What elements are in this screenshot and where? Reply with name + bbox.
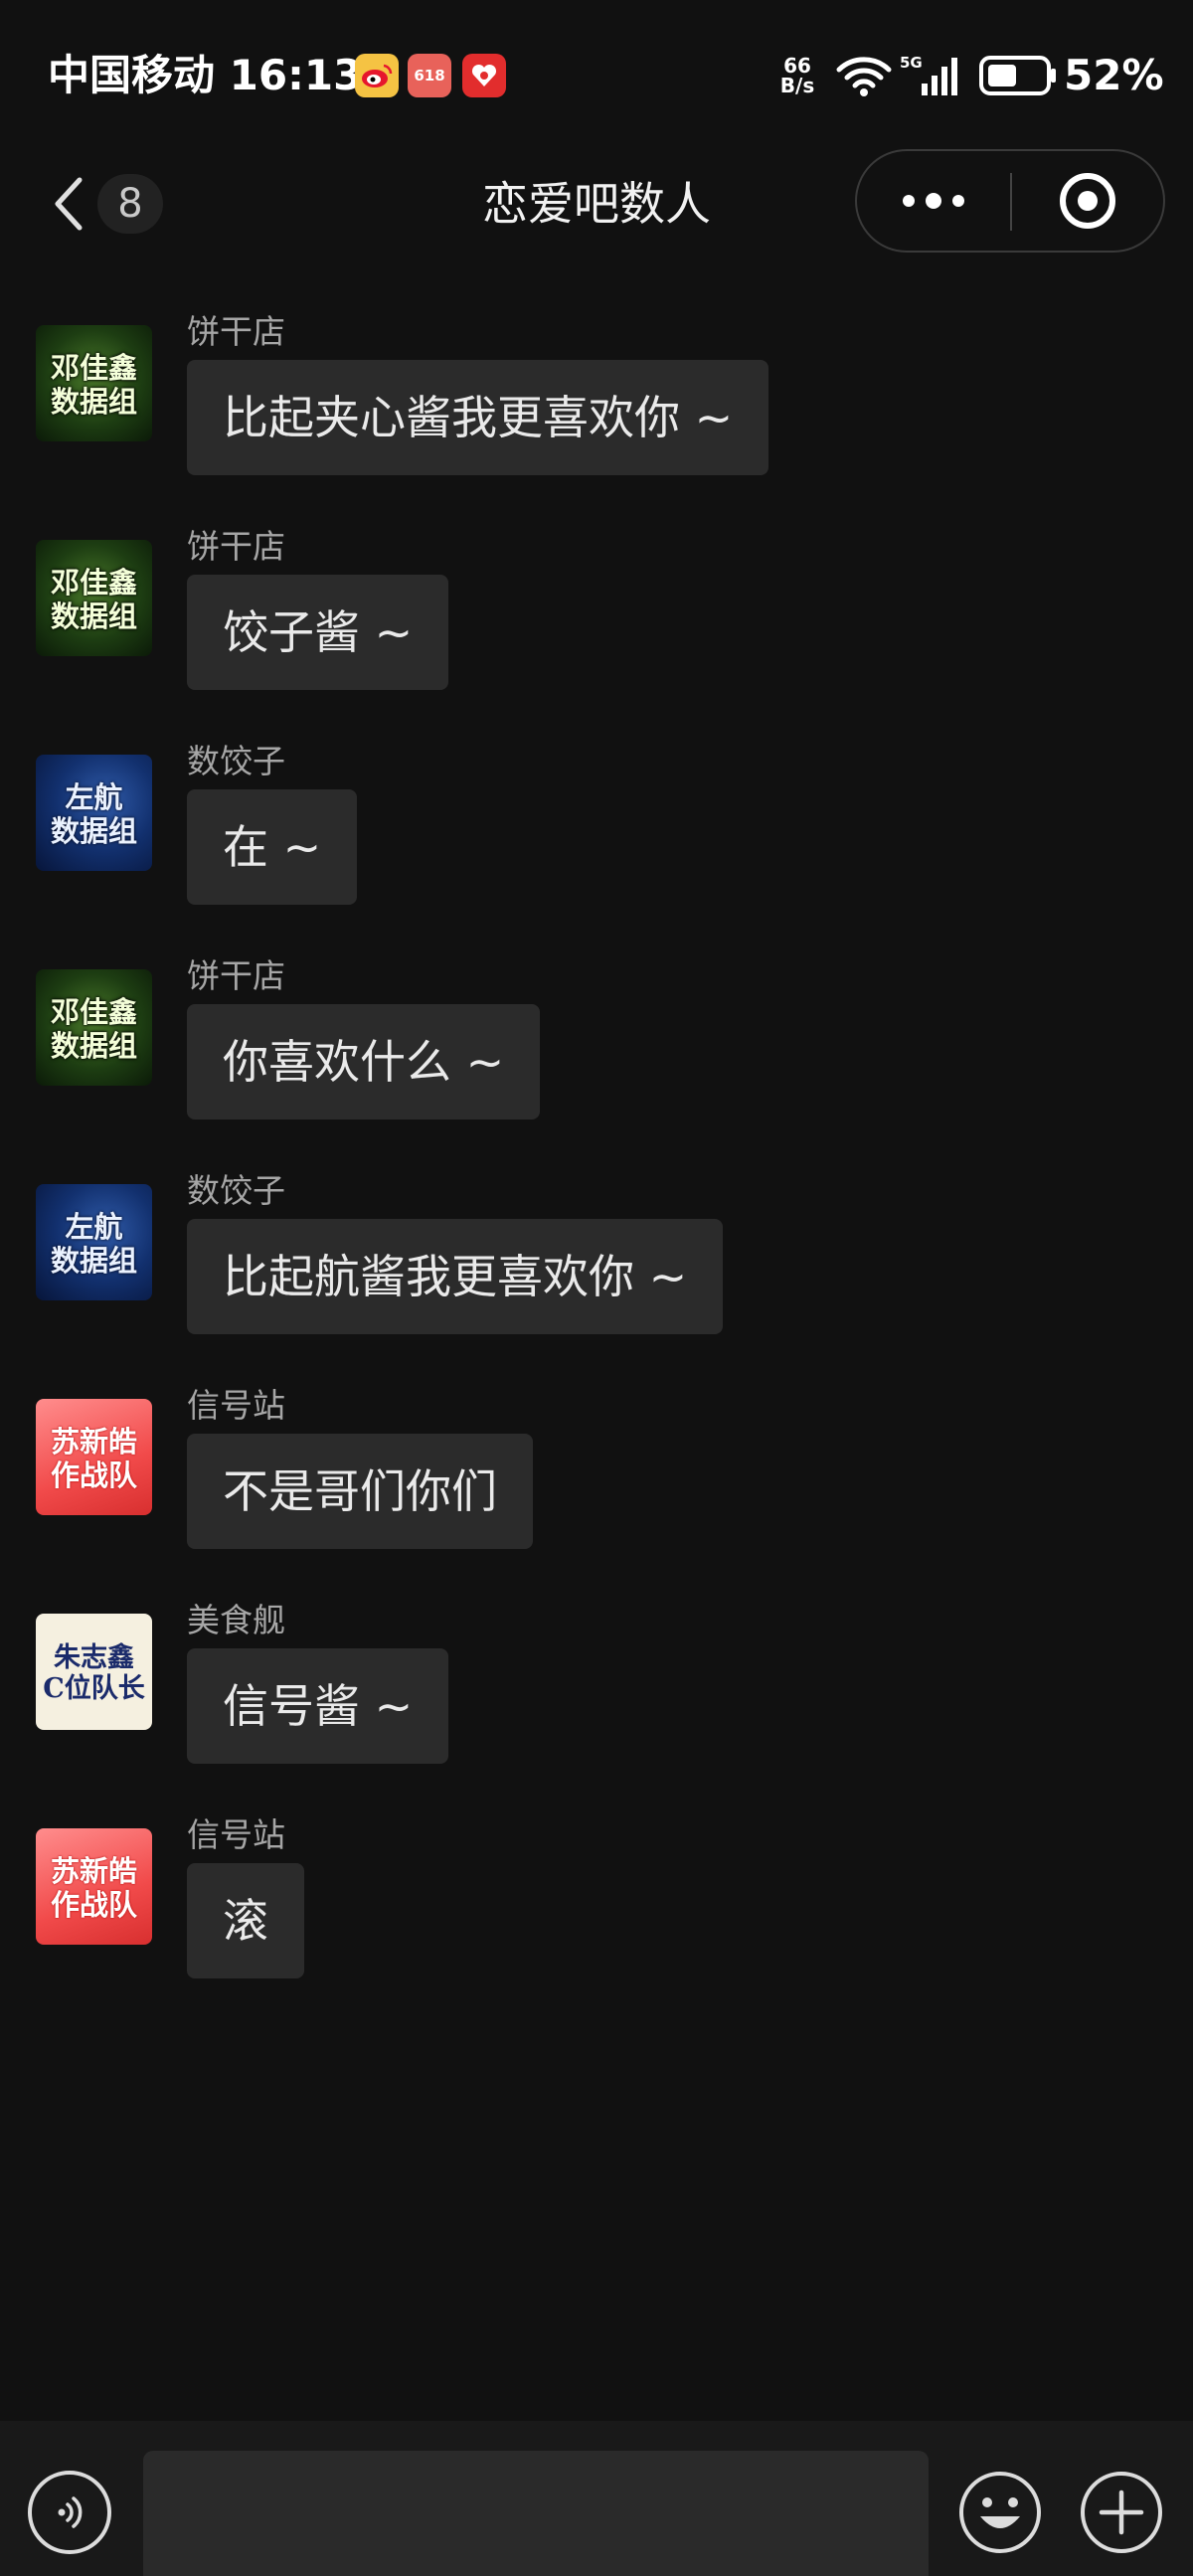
cellular-signal-icon: 5G bbox=[900, 54, 963, 109]
status-bar: 中国移动 16:13 618 66 B/s 5G 52% bbox=[0, 0, 1193, 149]
message-item[interactable]: 邓佳鑫 数据组 饼干店你喜欢什么 ~ bbox=[0, 943, 1193, 1157]
taobao-618-label: 618 bbox=[414, 67, 445, 85]
weibo-icon bbox=[355, 54, 399, 97]
more-functions-button[interactable] bbox=[1078, 2469, 1165, 2556]
back-button[interactable]: 8 bbox=[50, 171, 169, 237]
sender-name: 信号站 bbox=[187, 1386, 285, 1425]
sender-avatar[interactable]: 朱志鑫 C位队长 bbox=[36, 1614, 152, 1730]
avatar-text: 左航 数据组 bbox=[51, 778, 137, 848]
avatar-text-line1: 苏新皓 bbox=[50, 1853, 137, 1888]
avatar-text-line2: 数据组 bbox=[50, 384, 137, 419]
avatar-text: 左航 数据组 bbox=[51, 1208, 137, 1278]
battery-icon bbox=[979, 56, 1059, 111]
network-speed-unit: B/s bbox=[779, 74, 815, 97]
sender-name: 饼干店 bbox=[187, 527, 285, 566]
avatar-text-line2: 数据组 bbox=[50, 813, 137, 848]
avatar-text-line1: 左航 bbox=[65, 779, 123, 814]
avatar-text-line1: 左航 bbox=[65, 1209, 123, 1244]
message-bubble[interactable]: 比起航酱我更喜欢你 ~ bbox=[187, 1219, 724, 1334]
avatar-text: 苏新皓 作战队 bbox=[51, 1423, 137, 1492]
avatar-text-line2: 数据组 bbox=[50, 1243, 137, 1278]
chat-title: 恋爱吧数人 bbox=[482, 177, 711, 231]
avatar-text-line2: C位队长 bbox=[43, 1672, 145, 1704]
message-bubble[interactable]: 比起夹心酱我更喜欢你 ~ bbox=[187, 360, 769, 475]
sender-name: 数饺子 bbox=[187, 1171, 285, 1210]
message-input[interactable] bbox=[143, 2451, 929, 2576]
sender-avatar[interactable]: 左航 数据组 bbox=[36, 755, 152, 871]
message-bubble[interactable]: 不是哥们你们 bbox=[187, 1434, 533, 1549]
taobao-618-icon: 618 bbox=[408, 54, 451, 97]
avatar-text-line1: 邓佳鑫 bbox=[50, 994, 137, 1029]
sender-name: 数饺子 bbox=[187, 742, 285, 780]
message-bubble[interactable]: 在 ~ bbox=[187, 789, 358, 905]
message-item[interactable]: 邓佳鑫 数据组 饼干店饺子酱 ~ bbox=[0, 513, 1193, 728]
input-bar bbox=[0, 2421, 1193, 2576]
message-item[interactable]: 苏新皓 作战队 信号站滚 bbox=[0, 1802, 1193, 2016]
more-button[interactable] bbox=[857, 151, 1010, 251]
avatar-text: 苏新皓 作战队 bbox=[51, 1852, 137, 1922]
battery-percent: 52% bbox=[1064, 51, 1164, 99]
sender-avatar[interactable]: 苏新皓 作战队 bbox=[36, 1399, 152, 1515]
sender-name: 信号站 bbox=[187, 1815, 285, 1854]
target-circle-icon bbox=[1060, 173, 1115, 229]
message-bubble[interactable]: 滚 bbox=[187, 1863, 304, 1978]
sender-avatar[interactable]: 邓佳鑫 数据组 bbox=[36, 969, 152, 1086]
message-item[interactable]: 左航 数据组 数饺子比起航酱我更喜欢你 ~ bbox=[0, 1157, 1193, 1372]
more-dots-icon bbox=[903, 193, 964, 209]
avatar-text: 邓佳鑫 数据组 bbox=[51, 993, 137, 1063]
message-list[interactable]: 邓佳鑫 数据组 饼干店 比起夹心酱我更喜欢你 ~ 邓佳鑫 数据组 饼干店 饺子酱 ~ 左航 数据组… bbox=[0, 298, 1193, 2016]
message-item[interactable]: 苏新皓 作战队 信号站不是哥们你们 bbox=[0, 1372, 1193, 1587]
message-bubble[interactable]: 信号酱 ~ bbox=[187, 1648, 449, 1764]
avatar-text-line1: 朱志鑫 bbox=[54, 1641, 134, 1673]
network-speed: 66 B/s bbox=[777, 56, 817, 111]
avatar-text: 邓佳鑫 数据组 bbox=[51, 564, 137, 633]
plus-icon bbox=[1081, 2472, 1162, 2553]
avatar-text-line1: 邓佳鑫 bbox=[50, 565, 137, 600]
unread-count-badge: 8 bbox=[97, 174, 163, 234]
network-speed-value: 66 bbox=[783, 54, 811, 78]
message-item[interactable]: 左航 数据组 数饺子在 ~ bbox=[0, 728, 1193, 943]
avatar-text: 朱志鑫 C位队长 bbox=[43, 1640, 145, 1704]
sender-name: 饼干店 bbox=[187, 956, 285, 995]
carrier-time: 中国移动 16:13 bbox=[48, 51, 363, 99]
sender-avatar[interactable]: 苏新皓 作战队 bbox=[36, 1828, 152, 1945]
sender-avatar[interactable]: 邓佳鑫 数据组 bbox=[36, 540, 152, 656]
wifi-icon bbox=[835, 54, 893, 109]
message-item[interactable]: 朱志鑫 C位队长 美食舰信号酱 ~ bbox=[0, 1587, 1193, 1802]
message-bubble[interactable]: 你喜欢什么 ~ bbox=[187, 1004, 541, 1119]
sender-name: 美食舰 bbox=[187, 1601, 285, 1639]
mini-program-capsule bbox=[855, 149, 1165, 253]
avatar-text-line2: 数据组 bbox=[50, 599, 137, 633]
avatar-text-line2: 作战队 bbox=[50, 1458, 137, 1492]
avatar-text-line2: 作战队 bbox=[50, 1887, 137, 1922]
network-type-label: 5G bbox=[900, 54, 923, 72]
avatar-text-line1: 邓佳鑫 bbox=[50, 350, 137, 385]
voice-icon bbox=[58, 2496, 83, 2528]
avatar-text: 邓佳鑫 数据组 bbox=[51, 349, 137, 419]
sender-name: 饼干店 bbox=[187, 312, 285, 351]
chevron-left-icon bbox=[55, 177, 83, 231]
sender-avatar[interactable]: 左航 数据组 bbox=[36, 1184, 152, 1300]
sender-avatar[interactable]: 邓佳鑫 数据组 bbox=[36, 325, 152, 441]
close-mini-program-button[interactable] bbox=[1012, 151, 1163, 251]
nav-bar: 8 恋爱吧数人 bbox=[0, 149, 1193, 258]
emoji-button[interactable] bbox=[956, 2469, 1044, 2556]
message-item[interactable]: 邓佳鑫 数据组 饼干店比起夹心酱我更喜欢你 ~ bbox=[0, 298, 1193, 513]
avatar-text-line1: 苏新皓 bbox=[50, 1424, 137, 1459]
message-bubble[interactable]: 饺子酱 ~ bbox=[187, 575, 449, 690]
voice-input-button[interactable] bbox=[28, 2471, 111, 2554]
avatar-text-line2: 数据组 bbox=[50, 1028, 137, 1063]
smiley-icon bbox=[959, 2472, 1041, 2553]
jd-618-icon bbox=[462, 54, 506, 97]
